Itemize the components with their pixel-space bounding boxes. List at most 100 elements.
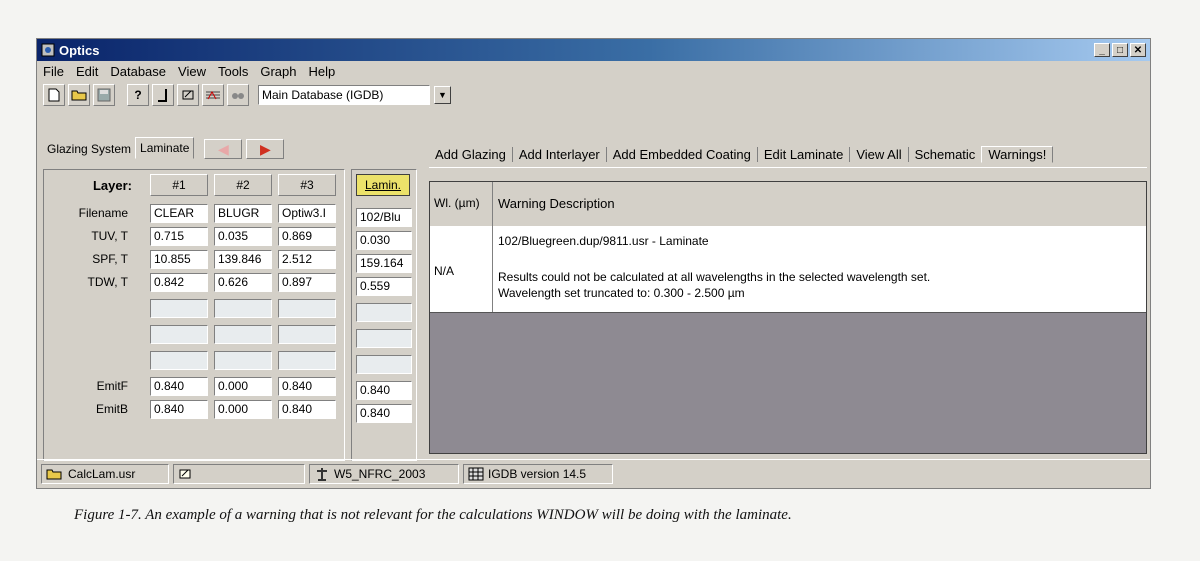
- status-standard: W5_NFRC_2003: [334, 467, 426, 481]
- tab-edit-laminate[interactable]: Edit Laminate: [758, 146, 851, 162]
- maximize-button[interactable]: □: [1112, 43, 1128, 57]
- layer-panel: Layer: #1 #2 #3 Filename CLEAR BLUGR Optiw3…: [43, 169, 345, 461]
- layer-cell[interactable]: [214, 325, 272, 344]
- layer-cell[interactable]: 0.000: [214, 400, 272, 419]
- tab-add-glazing[interactable]: Add Glazing: [429, 146, 513, 162]
- row-label: SPF, T: [92, 252, 128, 266]
- laminate-cell[interactable]: 102/Blu: [356, 208, 412, 227]
- laminate-cell[interactable]: 159.164: [356, 254, 412, 273]
- layer-cell[interactable]: Optiw3.I: [278, 204, 336, 223]
- standard-icon: [317, 468, 327, 481]
- layer-cell[interactable]: [150, 299, 208, 318]
- layer-cell[interactable]: 0.035: [214, 227, 272, 246]
- layer-cell[interactable]: 0.842: [150, 273, 208, 292]
- tab-warnings[interactable]: Warnings!: [981, 145, 1054, 163]
- row-label: EmitF: [96, 379, 128, 393]
- column-wavelength[interactable]: Wl. (µm): [434, 196, 480, 210]
- arrow-right-icon[interactable]: ▶: [246, 139, 285, 159]
- row-label: TUV, T: [91, 229, 128, 243]
- laminate-cell[interactable]: [356, 329, 412, 348]
- database-select[interactable]: Main Database (IGDB) ▼: [258, 85, 451, 105]
- row-description-line3: Wavelength set truncated to: 0.300 - 2.5…: [498, 286, 745, 300]
- layer-cell[interactable]: 0.715: [150, 227, 208, 246]
- edit-icon: [179, 469, 191, 479]
- row-label: TDW, T: [87, 275, 128, 289]
- layer-cell[interactable]: 0.840: [150, 400, 208, 419]
- table-row[interactable]: N/A 102/Bluegreen.dup/9811.usr - Laminat…: [430, 226, 1146, 313]
- row-description-line1: 102/Bluegreen.dup/9811.usr - Laminate: [498, 234, 709, 248]
- laminate-cell[interactable]: 0.030: [356, 231, 412, 250]
- layer-cell[interactable]: 0.897: [278, 273, 336, 292]
- left-tabs: Glazing System Laminate ◀ ▶: [43, 135, 416, 159]
- layer-header-3[interactable]: #3: [278, 174, 336, 196]
- open-folder-icon[interactable]: [68, 84, 90, 106]
- warnings-area: Add Glazing Add Interlayer Add Embedded …: [429, 141, 1147, 457]
- menu-edit[interactable]: Edit: [76, 64, 98, 79]
- save-icon[interactable]: [93, 84, 115, 106]
- layer-cell[interactable]: 0.840: [278, 377, 336, 396]
- layer-cell[interactable]: 0.840: [150, 377, 208, 396]
- layer-header-1[interactable]: #1: [150, 174, 208, 196]
- right-tabs: Add Glazing Add Interlayer Add Embedded …: [429, 141, 1147, 168]
- laminate-cell[interactable]: 0.840: [356, 404, 412, 423]
- layer-cell[interactable]: [150, 325, 208, 344]
- database-select-value[interactable]: Main Database (IGDB): [258, 85, 430, 105]
- menu-help[interactable]: Help: [308, 64, 335, 79]
- tab-glazing-system[interactable]: Glazing System: [43, 139, 135, 159]
- minimize-button[interactable]: _: [1094, 43, 1110, 57]
- tab-add-interlayer[interactable]: Add Interlayer: [513, 146, 607, 162]
- column-warning-description[interactable]: Warning Description: [498, 196, 615, 211]
- laminate-cell[interactable]: 0.559: [356, 277, 412, 296]
- glazing-icon[interactable]: [152, 84, 174, 106]
- warnings-grid: Wl. (µm) Warning Description N/A 102/Blu…: [429, 181, 1147, 454]
- menu-graph[interactable]: Graph: [260, 64, 296, 79]
- menu-view[interactable]: View: [178, 64, 206, 79]
- find-icon[interactable]: [227, 84, 249, 106]
- arrow-left-icon[interactable]: ◀: [204, 139, 243, 159]
- layer-cell[interactable]: CLEAR: [150, 204, 208, 223]
- warnings-grid-header: Wl. (µm) Warning Description: [430, 182, 1146, 227]
- help-icon[interactable]: ?: [127, 84, 149, 106]
- layer-cell[interactable]: 0.869: [278, 227, 336, 246]
- layer-cell[interactable]: [278, 325, 336, 344]
- menu-tools[interactable]: Tools: [218, 64, 248, 79]
- layer-header-2[interactable]: #2: [214, 174, 272, 196]
- laminate-header[interactable]: Lamin.: [356, 174, 410, 196]
- layer-cell[interactable]: 2.512: [278, 250, 336, 269]
- menu-bar: File Edit Database View Tools Graph Help: [37, 61, 1150, 81]
- menu-database[interactable]: Database: [110, 64, 166, 79]
- figure-caption: Figure 1-7. An example of a warning that…: [74, 507, 792, 523]
- tab-add-embedded-coating[interactable]: Add Embedded Coating: [607, 146, 758, 162]
- layer-cell[interactable]: [278, 351, 336, 370]
- window-title: Optics: [59, 42, 100, 58]
- row-label: EmitB: [95, 402, 128, 416]
- close-button[interactable]: ✕: [1130, 43, 1146, 57]
- layer-cell[interactable]: [214, 299, 272, 318]
- layer-cell[interactable]: [150, 351, 208, 370]
- status-file: CalcLam.usr: [68, 467, 136, 481]
- status-igdb-panel: IGDB version 14.5: [463, 464, 613, 484]
- laminate-cell[interactable]: [356, 303, 412, 322]
- chevron-down-icon[interactable]: ▼: [434, 86, 451, 104]
- menu-file[interactable]: File: [43, 64, 64, 79]
- layer-cell[interactable]: 0.626: [214, 273, 272, 292]
- layer-cell[interactable]: 0.000: [214, 377, 272, 396]
- tab-view-all[interactable]: View All: [850, 146, 909, 162]
- edit-icon[interactable]: [177, 84, 199, 106]
- layer-cell[interactable]: [214, 351, 272, 370]
- new-file-icon[interactable]: [43, 84, 65, 106]
- layer-cell[interactable]: 139.846: [214, 250, 272, 269]
- layer-cell[interactable]: BLUGR: [214, 204, 272, 223]
- laminate-editor: Glazing System Laminate ◀ ▶ Layer: #1 #2…: [43, 135, 417, 461]
- status-edit-panel: [173, 464, 305, 484]
- tab-laminate[interactable]: Laminate: [135, 137, 195, 159]
- layer-cell[interactable]: 10.855: [150, 250, 208, 269]
- layer-cell[interactable]: [278, 299, 336, 318]
- layer-label: Layer:: [92, 178, 132, 193]
- laminate-cell[interactable]: [356, 355, 412, 374]
- laminate-cell[interactable]: 0.840: [356, 381, 412, 400]
- spectrum-icon[interactable]: [202, 84, 224, 106]
- tab-schematic[interactable]: Schematic: [909, 147, 982, 162]
- layer-cell[interactable]: 0.840: [278, 400, 336, 419]
- row-label: Filename: [78, 206, 128, 220]
